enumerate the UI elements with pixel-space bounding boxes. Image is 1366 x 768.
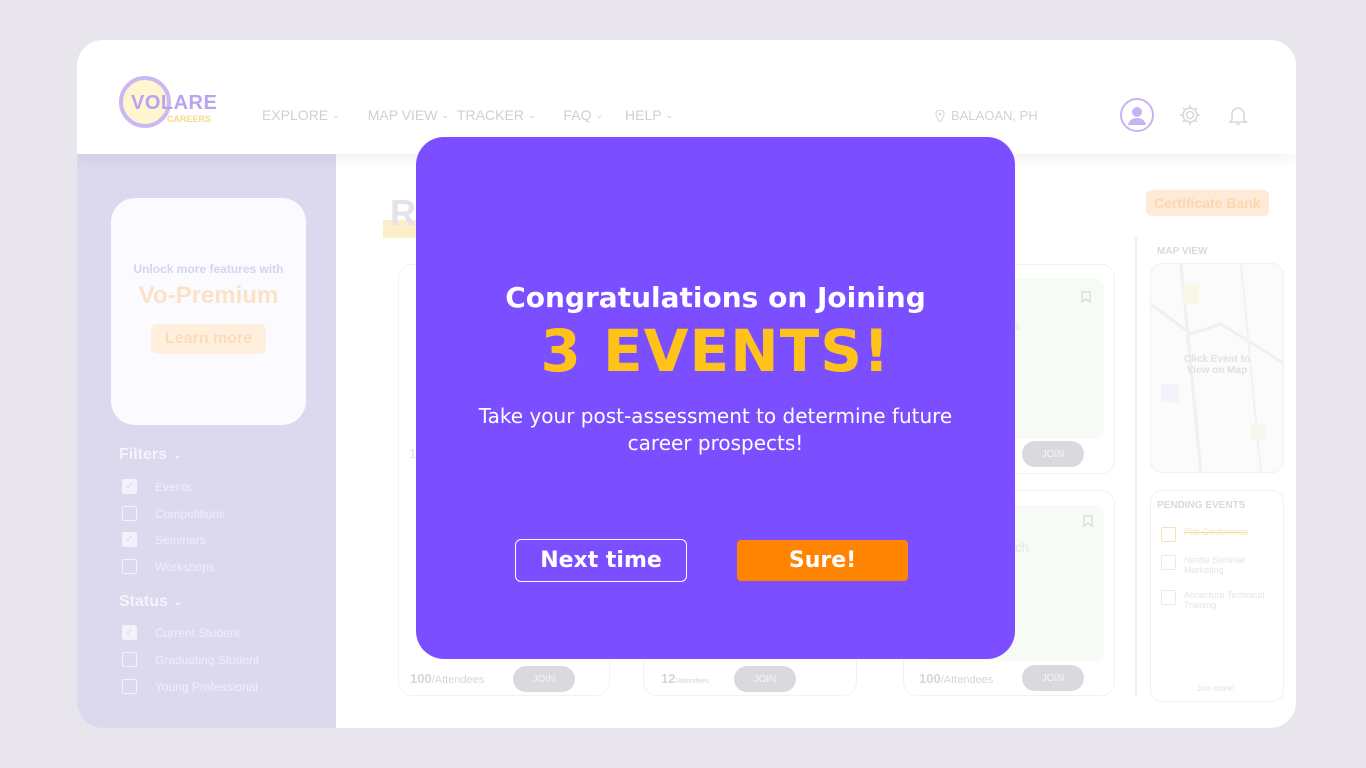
location-text: BALAOAN, PH	[951, 108, 1038, 123]
user-icon[interactable]	[1120, 98, 1154, 132]
next-time-button[interactable]: Next time	[515, 539, 687, 582]
modal-title: Congratulations on Joining	[505, 281, 926, 314]
pending-event-label: Pldt Conference	[1184, 527, 1249, 537]
checkbox[interactable]	[1161, 527, 1176, 542]
nav-explore[interactable]: EXPLORE ⌄	[262, 107, 340, 123]
promo-premium-title: Vo-Premium	[138, 282, 279, 309]
filters-heading[interactable]: Filters ⌄	[119, 446, 181, 464]
attendee-number: 100	[919, 671, 941, 686]
brand-logo[interactable]: VOLARE CAREERS	[119, 72, 219, 132]
certificate-bank-button[interactable]: Certificate Bank	[1146, 190, 1269, 216]
chevron-down-icon: ⌄	[665, 109, 674, 120]
sure-button[interactable]: Sure!	[737, 540, 908, 581]
chevron-down-icon: ⌄	[173, 596, 183, 608]
checkbox[interactable]: ✓	[122, 532, 137, 547]
chevron-down-icon: ⌄	[173, 449, 182, 461]
nav-faq[interactable]: FAQ ⌄	[563, 107, 603, 123]
promo-unlock-text: Unlock more features with	[133, 262, 284, 276]
chevron-down-icon: ⌄	[527, 109, 536, 120]
join-button[interactable]: JOIN	[1022, 665, 1084, 691]
status-option-graduating[interactable]: Graduating Student	[122, 652, 259, 667]
nav-map-view[interactable]: MAP VIEW ⌄	[368, 107, 449, 123]
filter-option-seminars[interactable]: ✓ Seminars	[122, 532, 206, 547]
checkbox[interactable]	[122, 506, 137, 521]
filter-option-competitions[interactable]: Competitions	[122, 506, 225, 521]
join-more-link[interactable]: Join more!	[1197, 684, 1234, 693]
status-option-current[interactable]: ✓ Current Student	[122, 625, 240, 640]
map-view-label: MAP VIEW	[1157, 246, 1208, 257]
nav-label: TRACKER	[457, 107, 524, 123]
chevron-down-icon: ⌄	[441, 109, 449, 120]
pending-event-item[interactable]: Accenture Technical Training	[1161, 590, 1280, 610]
chevron-down-icon: ⌄	[595, 109, 604, 120]
bookmark-icon[interactable]	[1083, 515, 1093, 527]
pending-event-label: Nestle Seminar Marketing	[1184, 555, 1246, 575]
filters-title: Filters	[119, 446, 168, 463]
pending-event-item[interactable]: Pldt Conference	[1161, 527, 1276, 542]
map-hint: Click Event to View on Map	[1183, 354, 1251, 376]
attendee-count: 100/Attendees	[919, 671, 993, 686]
attendee-unit: /Attendees	[675, 678, 709, 685]
checkbox[interactable]	[122, 679, 137, 694]
page-title: R	[390, 192, 416, 233]
nav-label: MAP VIEW	[367, 107, 438, 123]
filter-label: Seminars	[155, 532, 206, 547]
attendee-number: 12	[661, 671, 676, 686]
congratulations-modal: Congratulations on Joining 3 EVENTS! Tak…	[416, 137, 1015, 659]
checkbox[interactable]	[1161, 555, 1176, 570]
sidebar: Unlock more features with Vo-Premium Lea…	[77, 154, 336, 728]
nav-label: HELP	[625, 107, 662, 123]
status-title: Status	[119, 593, 168, 610]
avatar-glyph	[1128, 107, 1146, 125]
brand-name: VOLARE	[131, 92, 218, 114]
pending-event-item[interactable]: Nestle Seminar Marketing	[1161, 555, 1276, 575]
gear-icon[interactable]	[1178, 103, 1202, 127]
bookmark-icon[interactable]	[1081, 291, 1091, 303]
status-option-young-professional[interactable]: Young Professional	[122, 679, 258, 694]
filter-label: Events	[155, 479, 192, 494]
filter-label: Workshops	[155, 559, 215, 574]
checkbox[interactable]	[1161, 590, 1176, 605]
pending-events-label: PENDING EVENTS	[1157, 500, 1246, 511]
chevron-down-icon: ⌄	[332, 109, 340, 120]
filter-label: Competitions	[155, 506, 226, 521]
location-pin-icon	[935, 109, 945, 122]
main-nav: EXPLORE ⌄ MAP VIEW ⌄ TRACKER ⌄ FAQ ⌄ HELP ⌄	[262, 107, 701, 123]
filter-option-events[interactable]: ✓ Events	[122, 479, 192, 494]
join-button[interactable]: JOIN	[513, 666, 575, 692]
checkbox[interactable]: ✓	[122, 625, 137, 640]
premium-promo-card: Unlock more features with Vo-Premium Lea…	[111, 198, 306, 425]
status-heading[interactable]: Status ⌄	[119, 593, 182, 611]
nav-help[interactable]: HELP ⌄	[625, 107, 673, 123]
header-actions	[1120, 98, 1250, 132]
pending-event-label: Accenture Technical Training	[1184, 590, 1265, 610]
modal-description: Take your post-assessment to determine f…	[478, 404, 953, 455]
attendee-unit: /Attendees	[431, 674, 485, 686]
nav-tracker[interactable]: TRACKER ⌄	[457, 107, 535, 123]
attendee-unit: /Attendees	[940, 674, 994, 686]
brand-sub: CAREERS	[167, 114, 212, 124]
nav-label: EXPLORE	[262, 107, 329, 123]
panel-divider	[1135, 237, 1137, 695]
status-label: Graduating Student	[155, 652, 260, 667]
checkbox[interactable]: ✓	[122, 479, 137, 494]
attendee-number: 100	[410, 671, 432, 686]
attendee-count: 12/Attendees	[661, 671, 709, 686]
join-button[interactable]: JOIN	[1022, 441, 1084, 467]
status-label: Young Professional	[155, 679, 258, 694]
nav-label: FAQ	[563, 107, 592, 123]
join-button[interactable]: JOIN	[734, 666, 796, 692]
filter-option-workshops[interactable]: Workshops	[122, 559, 215, 574]
learn-more-button[interactable]: Learn more	[150, 324, 267, 354]
bell-icon[interactable]	[1226, 103, 1250, 127]
attendee-count: 100/Attendees	[410, 671, 484, 686]
modal-event-count: 3 EVENTS!	[540, 317, 891, 385]
checkbox[interactable]	[122, 652, 137, 667]
status-label: Current Student	[155, 625, 240, 640]
location-selector[interactable]: BALAOAN, PH	[935, 108, 1038, 123]
card-fragment: ch	[1015, 540, 1029, 555]
checkbox[interactable]	[122, 559, 137, 574]
